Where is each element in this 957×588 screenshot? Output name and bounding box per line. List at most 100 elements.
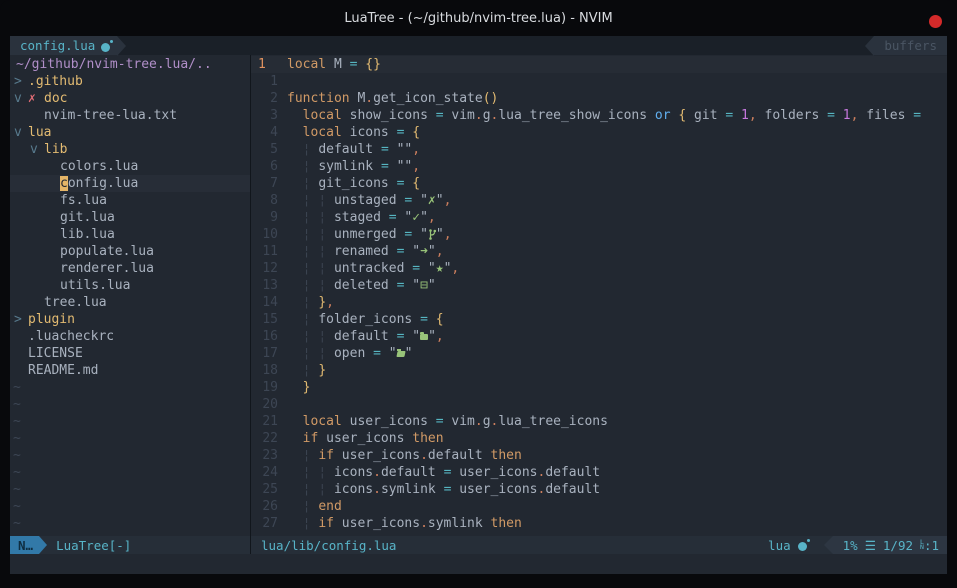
- code-token: [483, 448, 491, 463]
- code-line[interactable]: 14 ¦ },: [251, 294, 947, 311]
- code-token: ,: [326, 295, 334, 310]
- code-line[interactable]: 23 ¦ if user_icons.default then: [251, 447, 947, 464]
- tree-item-label: .luacheckrc: [28, 329, 114, 344]
- tree-item-plugin[interactable]: >plugin: [10, 311, 250, 328]
- code-token: =: [827, 108, 835, 123]
- code-line[interactable]: 15 ¦ folder_icons = {: [251, 311, 947, 328]
- tree-item-nvim-tree-lua-txt[interactable]: nvim-tree-lua.txt: [10, 107, 250, 124]
- code-token: [287, 380, 303, 395]
- code-token: lua_tree_show_icons: [498, 108, 647, 123]
- mode-indicator: N…: [10, 536, 39, 554]
- code-line[interactable]: 7 ¦ git_icons = {: [251, 175, 947, 192]
- statusline: N… LuaTree[-] lua/lib/config.lua lua 1% …: [10, 536, 947, 554]
- code-line[interactable]: 26 ¦ end: [251, 498, 947, 515]
- git-branch-icon: [428, 227, 436, 240]
- line-number: 19: [251, 379, 287, 396]
- powerline-separator-icon: [117, 36, 126, 56]
- tree-root-path[interactable]: ~/github/nvim-tree.lua/..: [10, 56, 250, 73]
- code-token: [389, 176, 397, 191]
- code-token: {}: [365, 57, 381, 72]
- code-token: local: [303, 125, 342, 140]
- code-token: [287, 499, 303, 514]
- code-line[interactable]: 3 local show_icons = vim.g.lua_tree_show…: [251, 107, 947, 124]
- code-token: 1: [741, 108, 749, 123]
- tab-config-lua[interactable]: config.lua: [10, 36, 117, 55]
- window-title: LuaTree - (~/github/nvim-tree.lua) - NVI…: [344, 11, 612, 26]
- code-token: [412, 193, 420, 208]
- code-line[interactable]: 16 ¦ ¦ default = "",: [251, 328, 947, 345]
- chevron-right-icon[interactable]: >: [14, 73, 28, 90]
- tree-item-license[interactable]: LICENSE: [10, 345, 250, 362]
- code-line[interactable]: 25 ¦ ¦ icons.symlink = user_icons.defaul…: [251, 481, 947, 498]
- chevron-down-icon[interactable]: v: [14, 90, 28, 107]
- tree-item-renderer-lua[interactable]: renderer.lua: [10, 260, 250, 277]
- code-token: [287, 448, 303, 463]
- code-line[interactable]: 22 if user_icons then: [251, 430, 947, 447]
- tree-item-readme-md[interactable]: README.md: [10, 362, 250, 379]
- tree-item-git-lua[interactable]: git.lua: [10, 209, 250, 226]
- tree-item-tree-lua[interactable]: tree.lua: [10, 294, 250, 311]
- code-token: if: [318, 516, 334, 531]
- code-line[interactable]: 10 ¦ ¦ unmerged = "",: [251, 226, 947, 243]
- code-token: unstaged: [334, 193, 397, 208]
- tree-item-lua[interactable]: vlua: [10, 124, 250, 141]
- line-number: 20: [251, 396, 287, 413]
- code-token: [757, 108, 765, 123]
- code-token: ": [428, 329, 436, 344]
- code-line[interactable]: 4 local icons = {: [251, 124, 947, 141]
- tree-item-config-lua[interactable]: config.lua: [10, 175, 250, 192]
- code-line[interactable]: 2function M.get_icon_state(): [251, 90, 947, 107]
- tree-item-colors-lua[interactable]: colors.lua: [10, 158, 250, 175]
- line-number: 13: [251, 277, 287, 294]
- chevron-right-icon[interactable]: >: [14, 311, 28, 328]
- code-token: [326, 193, 334, 208]
- close-button[interactable]: [929, 15, 942, 28]
- code-token: [733, 108, 741, 123]
- code-line[interactable]: 8 ¦ ¦ unstaged = "✗",: [251, 192, 947, 209]
- tree-item-lib-lua[interactable]: lib.lua: [10, 226, 250, 243]
- tree-item-populate-lua[interactable]: populate.lua: [10, 243, 250, 260]
- line-number: 24: [251, 464, 287, 481]
- tree-item-lib[interactable]: vlib: [10, 141, 250, 158]
- statusline-tree: N… LuaTree[-]: [10, 536, 250, 554]
- chevron-down-icon[interactable]: v: [30, 141, 44, 158]
- code-line[interactable]: 18 ¦ }: [251, 362, 947, 379]
- empty-line-tilde: ~: [10, 379, 250, 396]
- tree-item-fs-lua[interactable]: fs.lua: [10, 192, 250, 209]
- empty-line-tilde: ~: [10, 464, 250, 481]
- code-line[interactable]: 1: [251, 73, 947, 90]
- code-line[interactable]: 13 ¦ ¦ deleted = "⊟": [251, 277, 947, 294]
- chevron-down-icon[interactable]: v: [14, 124, 28, 141]
- code-line[interactable]: 21 local user_icons = vim.g.lua_tree_ico…: [251, 413, 947, 430]
- code-token: [287, 363, 303, 378]
- code-token: end: [318, 499, 341, 514]
- code-line[interactable]: 1local M = {}: [251, 56, 947, 73]
- code-token: git_icons: [318, 176, 388, 191]
- tree-item--luacheckrc[interactable]: .luacheckrc: [10, 328, 250, 345]
- code-token: .: [420, 448, 428, 463]
- code-token: =: [381, 142, 389, 157]
- code-line[interactable]: 11 ¦ ¦ renamed = "➜",: [251, 243, 947, 260]
- code-line[interactable]: 9 ¦ ¦ staged = "✓",: [251, 209, 947, 226]
- code-line[interactable]: 20: [251, 396, 947, 413]
- indent-guide: ¦: [318, 193, 326, 208]
- code-line[interactable]: 19 }: [251, 379, 947, 396]
- code-line[interactable]: 12 ¦ ¦ untracked = "★",: [251, 260, 947, 277]
- code-line[interactable]: 6 ¦ symlink = "",: [251, 158, 947, 175]
- code-line[interactable]: 27 ¦ if user_icons.symlink then: [251, 515, 947, 532]
- tree-item--github[interactable]: >.github: [10, 73, 250, 90]
- tree-item-doc[interactable]: v✗doc: [10, 90, 250, 107]
- line-number: 10: [251, 226, 287, 243]
- tree-item-utils-lua[interactable]: utils.lua: [10, 277, 250, 294]
- code-line[interactable]: 17 ¦ ¦ open = "": [251, 345, 947, 362]
- code-line[interactable]: 5 ¦ default = "",: [251, 141, 947, 158]
- line-number: 9: [251, 209, 287, 226]
- code-token: default: [381, 465, 436, 480]
- code-token: [381, 346, 389, 361]
- command-line[interactable]: [10, 554, 947, 574]
- code-token: [389, 329, 397, 344]
- code-line[interactable]: 24 ¦ ¦ icons.default = user_icons.defaul…: [251, 464, 947, 481]
- empty-line-tilde: ~: [10, 447, 250, 464]
- code-token: .: [373, 465, 381, 480]
- code-token: [373, 159, 381, 174]
